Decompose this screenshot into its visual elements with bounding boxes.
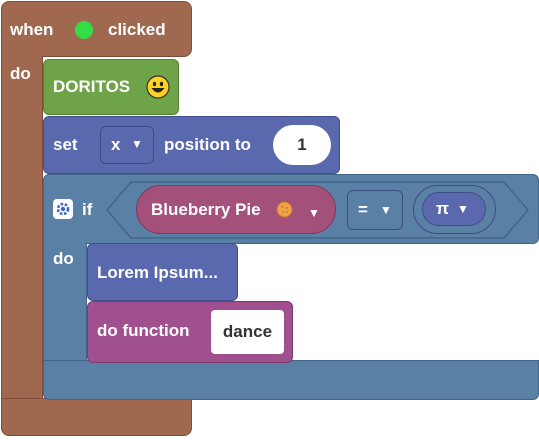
set-label: set: [53, 135, 78, 154]
cookie-icon: [276, 201, 293, 218]
gear-icon[interactable]: [53, 199, 73, 219]
doritos-label: DORITOS: [53, 77, 131, 96]
position-to-label: position to: [164, 135, 251, 154]
operator-dropdown[interactable]: = ▼: [347, 190, 403, 230]
event-do-label: do: [10, 64, 31, 83]
variable-name: Blueberry Pie: [151, 200, 261, 219]
if-do-label: do: [53, 249, 74, 268]
operator-value: =: [358, 200, 368, 219]
constant-value: π: [436, 199, 450, 218]
variable-dropdown-value: x: [111, 135, 121, 154]
green-flag-icon: [75, 21, 93, 39]
smiley-face-icon: [146, 75, 170, 99]
dropdown-arrow-icon: ▼: [457, 202, 469, 216]
event-block-footer: [1, 398, 192, 436]
position-value-input[interactable]: 1: [273, 125, 331, 165]
constant-dropdown[interactable]: π ▼: [422, 192, 486, 226]
function-name-field[interactable]: dance: [211, 310, 284, 354]
if-label: if: [82, 200, 93, 219]
variable-dropdown-arrow-icon[interactable]: ▼: [308, 203, 320, 223]
clicked-label: clicked: [108, 20, 166, 39]
when-label: when: [10, 20, 54, 39]
variable-dropdown[interactable]: x ▼: [100, 126, 154, 164]
lorem-label: Lorem Ipsum...: [97, 263, 218, 282]
dropdown-arrow-icon: ▼: [131, 137, 143, 151]
do-function-label: do function: [97, 321, 190, 340]
if-block-footer: [43, 360, 539, 400]
dropdown-arrow-icon: ▼: [380, 203, 392, 217]
event-block-body: [1, 55, 43, 405]
constant-block[interactable]: π ▼: [413, 185, 496, 234]
